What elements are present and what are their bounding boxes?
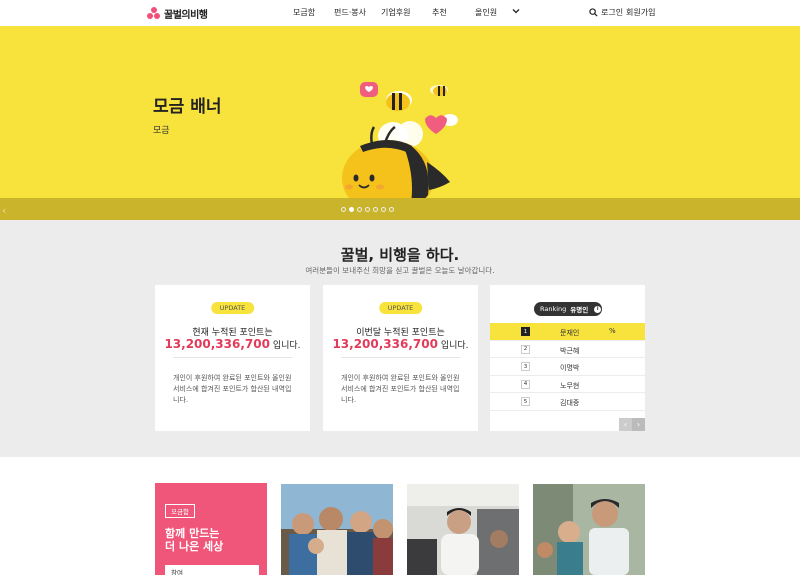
hero-controls-strip (0, 198, 800, 220)
divider (341, 357, 460, 358)
card-description: 개인이 후원하여 완료된 포인트와 올인원 서비스에 합겨진 포인트가 합산된 … (341, 374, 460, 404)
slide-dot[interactable] (357, 207, 362, 212)
info-icon[interactable]: i (594, 305, 602, 313)
promo-badge: 모금함 (165, 504, 195, 518)
nav-item-recommend[interactable]: 추천 (432, 7, 447, 18)
campaign-photo-hug[interactable] (533, 484, 645, 575)
points-month-card: UPDATE 이번달 누적된 포인트는 13,200,336,700 입니다. … (323, 285, 478, 431)
logo-mark-icon (147, 7, 160, 20)
ranking-list: 1 문재인 % 2 박근혜 3 이명박 4 노무현 5 김대중 (490, 323, 645, 411)
nav-item-fund-volunteer[interactable]: 펀드·봉사 (334, 7, 366, 18)
update-badge: UPDATE (210, 302, 255, 314)
divider (173, 357, 292, 358)
rank-number: 1 (521, 327, 530, 336)
rank-name: 김대중 (560, 399, 580, 407)
hero-title: 모금 배너 (153, 97, 222, 117)
nav-item-fundraising[interactable]: 모금함 (293, 7, 315, 18)
rank-number: 4 (521, 379, 530, 389)
section-subtitle: 여러분들이 보내주신 희망을 싣고 꿀벌은 오늘도 날아갑니다. (305, 266, 495, 275)
slide-dot[interactable] (389, 207, 394, 212)
nav-item-corporate[interactable]: 기업후원 (381, 7, 410, 18)
chevron-down-icon[interactable] (512, 7, 520, 15)
ranking-filter[interactable]: Ranking 유명인 i (534, 302, 602, 316)
points-total-card: UPDATE 현재 누적된 포인트는 13,200,336,700 입니다. 개… (155, 285, 310, 431)
ranking-row[interactable]: 4 노무현 (490, 376, 645, 393)
ranking-row[interactable]: 1 문재인 % (490, 323, 645, 341)
campaign-promo-card[interactable]: 모금함 함께 만드는 더 나은 세상 참여 (155, 483, 267, 575)
hero-prev-arrow-icon[interactable]: ‹ (2, 204, 6, 217)
nav-item-allinone[interactable]: 올인원 (475, 7, 497, 18)
hero-subtitle: 모금 (153, 126, 170, 136)
logo-text: 꿀벌의비행 (164, 10, 208, 21)
pager-next-icon[interactable]: › (632, 418, 645, 431)
campaign-photo-children[interactable] (281, 484, 393, 575)
card-description: 개인이 후원하여 완료된 포인트와 올인원 서비스에 합겨진 포인트가 합산된 … (173, 374, 292, 404)
signup-link[interactable]: 회원가입 (626, 7, 655, 18)
ranking-row[interactable]: 5 김대중 (490, 393, 645, 411)
rank-name: 노무현 (560, 381, 580, 390)
amount-suffix: 입니다. (440, 341, 469, 351)
ranking-label: Ranking (540, 305, 567, 313)
logo[interactable]: 꿀벌의비행 (147, 6, 208, 21)
pager-prev-icon[interactable]: ‹ (619, 418, 632, 431)
section-title: 꿀벌, 비행을 하다. (340, 246, 460, 264)
bee-illustration (342, 82, 458, 198)
ranking-category: 유명인 (570, 306, 589, 314)
card-amount-line: 13,200,336,700 입니다. (323, 337, 478, 351)
rank-number: 2 (521, 344, 530, 354)
card-amount-line: 13,200,336,700 입니다. (155, 337, 310, 351)
points-amount: 13,200,336,700 (164, 337, 270, 351)
update-badge: UPDATE (378, 302, 423, 314)
rank-name: 이명박 (560, 364, 580, 372)
slide-dot[interactable] (373, 207, 378, 212)
slide-dot-active[interactable] (349, 207, 354, 212)
promo-title-line1: 함께 만드는 (165, 527, 220, 540)
join-button[interactable]: 참여 (165, 565, 259, 575)
search-icon[interactable] (589, 8, 598, 17)
rank-trend: % (609, 327, 616, 335)
promo-title-line2: 더 나은 세상 (165, 540, 224, 553)
ranking-row[interactable]: 2 박근혜 (490, 341, 645, 358)
rank-name: 문재인 (560, 329, 580, 337)
rank-number: 5 (521, 397, 530, 406)
slide-dot[interactable] (341, 207, 346, 212)
slide-dot[interactable] (381, 207, 386, 212)
ranking-pager: ‹ › (619, 418, 645, 431)
slide-dot[interactable] (365, 207, 370, 212)
ranking-row[interactable]: 3 이명박 (490, 358, 645, 376)
login-link[interactable]: 로그인 (601, 7, 623, 18)
promo-title: 함께 만드는 더 나은 세상 (165, 527, 223, 553)
hero-banner[interactable]: 모금 배너 모금 (0, 26, 800, 198)
campaign-photo-volunteer[interactable] (407, 484, 519, 575)
stats-section: 꿀벌, 비행을 하다. 여러분들이 보내주신 희망을 싣고 꿀벌은 오늘도 날아… (0, 220, 800, 457)
hero-pagination (341, 207, 394, 212)
amount-suffix: 입니다. (272, 341, 301, 351)
rank-number: 3 (521, 362, 530, 371)
points-amount: 13,200,336,700 (332, 337, 438, 351)
site-header: 꿀벌의비행 모금함 펀드·봉사 기업후원 추천 올인원 로그인 회원가입 (0, 0, 800, 26)
rank-name: 박근혜 (560, 346, 580, 355)
ranking-card: Ranking 유명인 i 1 문재인 % 2 박근혜 3 이명박 4 노무현 (490, 285, 645, 431)
